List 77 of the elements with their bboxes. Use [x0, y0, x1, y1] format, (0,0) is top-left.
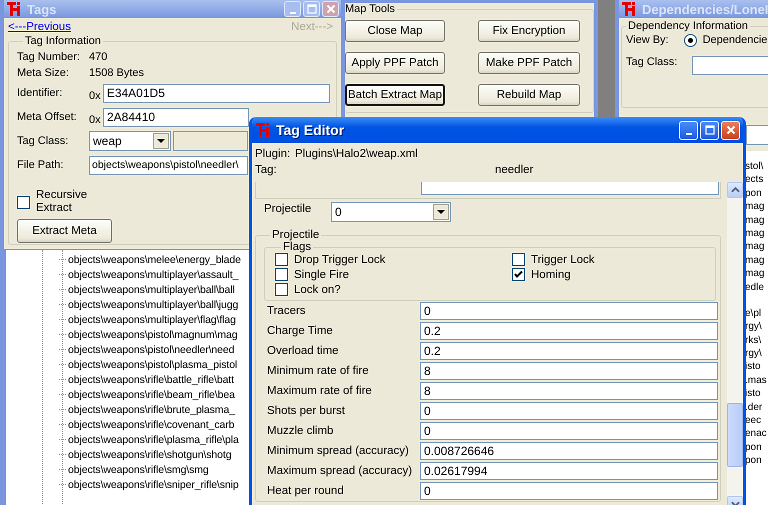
toolbar-button[interactable]: Close Map: [345, 20, 445, 42]
input-field[interactable]: 0: [420, 302, 718, 320]
checkbox[interactable]: [512, 268, 525, 281]
field-label: Overload time: [266, 345, 340, 357]
chevron-up-icon: [730, 187, 740, 193]
field-label: Charge Time: [266, 325, 334, 337]
input-field[interactable]: 0.2: [420, 342, 718, 360]
input-field[interactable]: [421, 182, 719, 195]
field-label: Minimum rate of fire: [266, 365, 370, 377]
group-title: Map Tools: [345, 3, 396, 15]
field-label: Tag Class:: [17, 135, 70, 147]
field-label: Identifier:: [17, 87, 64, 99]
window-title: Tag Editor: [276, 122, 344, 138]
input-field[interactable]: 8: [420, 362, 718, 380]
input-field[interactable]: 0: [420, 422, 718, 440]
hex-prefix: 0x: [89, 114, 102, 126]
scrollbar-thumb[interactable]: [727, 403, 743, 467]
toolbar-button[interactable]: Batch Extract Map: [345, 84, 445, 106]
checkbox[interactable]: [512, 253, 525, 266]
checkbox-label[interactable]: Drop Trigger Lock: [294, 254, 386, 266]
checkbox[interactable]: [275, 253, 288, 266]
scroll-up-button[interactable]: [727, 182, 743, 198]
checkbox-label[interactable]: Trigger Lock: [531, 254, 594, 266]
tag-name: needler: [495, 164, 534, 176]
field-label: View By:: [626, 34, 669, 46]
hex-prefix: 0x: [89, 90, 102, 102]
toolbar-button[interactable]: Make PPF Patch: [478, 52, 580, 74]
input-field[interactable]: 0.008726646: [420, 442, 718, 460]
input-field[interactable]: 0.2: [420, 322, 718, 340]
field-label: Tag:: [255, 164, 278, 176]
dropdown[interactable]: 0: [331, 202, 451, 222]
field-label: Maximum spread (accuracy): [266, 465, 414, 477]
checkbox-label[interactable]: Lock on?: [294, 284, 341, 296]
field-label: Meta Size:: [17, 67, 70, 79]
input-field[interactable]: 0.02617994: [420, 462, 718, 480]
plugin-path: Plugins\Halo2\weap.xml: [295, 148, 418, 160]
input-field[interactable]: 0: [420, 402, 718, 420]
toolbar-button[interactable]: Fix Encryption: [478, 20, 580, 42]
caret-icon: [437, 210, 445, 214]
maximize-icon: [306, 3, 318, 15]
field-value: 1508 Bytes: [89, 67, 144, 79]
input-field[interactable]: 0: [420, 482, 718, 500]
app-icon: [6, 1, 22, 17]
field-label: Projectile: [263, 202, 312, 215]
field-label: Plugin:: [255, 148, 292, 160]
minimize-icon: [290, 12, 296, 14]
app-icon: [621, 1, 637, 17]
field-label: Muzzle climb: [266, 425, 334, 437]
field-label: Tag Number:: [17, 51, 81, 63]
minimize-icon: [686, 132, 692, 134]
field-label: Minimum spread (accuracy): [266, 445, 410, 457]
window-title: Dependencies/LoneI: [642, 2, 768, 16]
close-icon: [324, 3, 336, 15]
group-title: Dependency Information: [627, 20, 749, 32]
field-label: Heat per round: [266, 485, 345, 497]
field-label: Meta Offset:: [17, 111, 78, 123]
checkbox-label[interactable]: Homing: [531, 268, 571, 280]
toolbar-button[interactable]: Rebuild Map: [478, 84, 580, 106]
group-title: Tag Information: [24, 35, 102, 47]
group-title: Projectile: [271, 229, 320, 241]
field-label: File Path:: [17, 159, 64, 171]
field-label: Tag Class:: [626, 56, 678, 68]
window-title: Tags: [27, 2, 56, 16]
field-value: 470: [89, 51, 108, 63]
toolbar-button[interactable]: Apply PPF Patch: [345, 52, 445, 74]
field-label: Tracers: [266, 305, 307, 317]
maximize-icon: [704, 124, 716, 136]
checkbox-label[interactable]: Single Fire: [294, 268, 349, 280]
field-label: Shots per burst: [266, 405, 346, 417]
checkbox[interactable]: [275, 283, 288, 296]
caret-icon: [157, 139, 165, 143]
group-title: Flags: [282, 241, 312, 253]
close-icon: [724, 124, 736, 136]
input-field[interactable]: 8: [420, 382, 718, 400]
checkbox[interactable]: [275, 268, 288, 281]
app-icon: [255, 122, 271, 138]
field-label: Maximum rate of fire: [266, 385, 373, 397]
